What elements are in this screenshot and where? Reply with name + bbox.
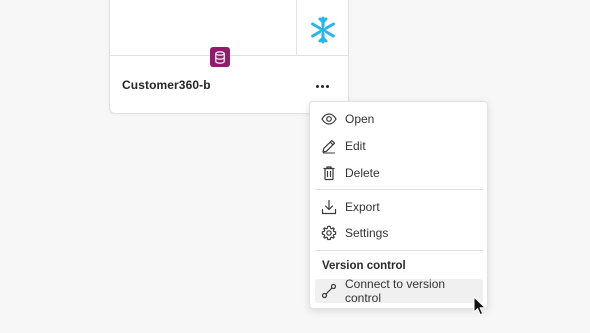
gear-icon [321, 225, 337, 241]
menu-item-label: Open [345, 112, 375, 126]
snowflake-icon [311, 16, 335, 44]
eye-icon [321, 113, 337, 125]
menu-item-delete[interactable]: Delete [310, 161, 487, 185]
more-dot [320, 84, 324, 88]
menu-divider [315, 250, 483, 251]
menu-item-export[interactable]: Export [310, 195, 487, 219]
menu-item-settings[interactable]: Settings [310, 221, 487, 245]
context-menu: Open Edit Delete Export Settings Version… [309, 101, 488, 309]
more-options-button[interactable] [310, 79, 334, 93]
menu-item-label: Delete [345, 166, 380, 180]
more-dot [325, 84, 329, 88]
menu-item-label: Settings [345, 226, 389, 240]
card-title[interactable]: Customer360-b [122, 78, 211, 92]
database-icon [215, 50, 225, 64]
mouse-pointer-icon [473, 296, 486, 316]
trash-icon [323, 166, 335, 181]
database-badge [210, 47, 230, 67]
menu-item-label: Export [345, 200, 380, 214]
more-horizontal-icon [315, 84, 319, 88]
version-control-heading: Version control [322, 260, 406, 272]
pencil-icon [322, 139, 336, 154]
menu-item-open[interactable]: Open [310, 107, 487, 131]
git-connect-icon [321, 283, 337, 299]
menu-item-connect-version-control[interactable]: Connect to version control [315, 277, 483, 305]
menu-item-label: Edit [345, 139, 366, 153]
menu-divider [315, 189, 483, 190]
menu-item-edit[interactable]: Edit [310, 134, 487, 158]
menu-item-label: Connect to version control [345, 277, 446, 305]
thumbnail-divider [296, 0, 297, 55]
workbook-card[interactable]: Customer360-b [109, 0, 349, 114]
download-icon [321, 199, 337, 215]
